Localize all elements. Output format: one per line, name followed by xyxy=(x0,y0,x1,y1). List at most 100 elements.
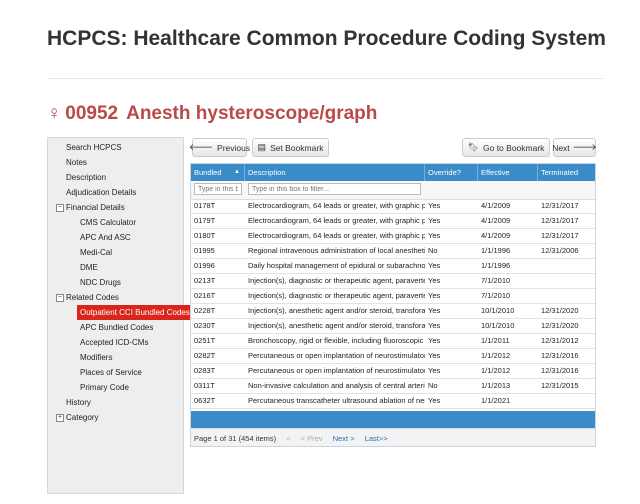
cell-bundled: 0213T xyxy=(194,276,216,285)
cell-override: Yes xyxy=(428,231,441,240)
previous-button[interactable]: 🡐 Previous xyxy=(189,138,251,157)
pager-last-link[interactable]: Last>> xyxy=(365,434,388,443)
column-header-effective[interactable]: Effective xyxy=(478,164,538,181)
sidebar-item-search-hcpcs[interactable]: Search HCPCS xyxy=(66,142,122,153)
cell-terminated: 12/31/2016 xyxy=(541,351,579,360)
go-to-bookmark-button[interactable]: 🔖︎ Go to Bookmark xyxy=(462,138,550,157)
cell-override: Yes xyxy=(428,201,441,210)
sidebar-item-financial-details[interactable]: Financial Details xyxy=(66,202,125,213)
table-row[interactable]: 0251T Bronchoscopy, rigid or flexible, in… xyxy=(191,334,595,349)
table-row[interactable]: 0178T Electrocardiogram, 64 leads or grea… xyxy=(191,199,595,214)
previous-button-label: Previous xyxy=(217,142,251,153)
sidebar-item-category[interactable]: Category xyxy=(66,412,98,423)
sidebar-item-primary-code[interactable]: Primary Code xyxy=(80,382,129,393)
sidebar-item-notes[interactable]: Notes xyxy=(66,157,87,168)
sidebar-item-cms-calculator[interactable]: CMS Calculator xyxy=(80,217,136,228)
collapse-toggle-icon[interactable]: − xyxy=(56,204,64,212)
cell-override: Yes xyxy=(428,321,441,330)
set-bookmark-label: Set Bookmark xyxy=(270,142,324,153)
pager-next-link[interactable]: Next > xyxy=(333,434,355,443)
sidebar-item-related-codes[interactable]: Related Codes xyxy=(66,292,119,303)
cell-bundled: 0180T xyxy=(194,231,216,240)
table-row[interactable]: 01995 Regional intravenous administration… xyxy=(191,244,595,259)
female-symbol-icon: ♀ xyxy=(47,103,62,124)
table-row[interactable]: 0230T Injection(s), anesthetic agent and/… xyxy=(191,319,595,334)
bookmark-icon: 🔖︎ xyxy=(467,142,479,152)
table-row[interactable]: 0282T Percutaneous or open implantation o… xyxy=(191,349,595,364)
page-title: HCPCS: Healthcare Common Procedure Codin… xyxy=(47,27,606,50)
table-row[interactable]: 0180T Electrocardiogram, 64 leads or grea… xyxy=(191,229,595,244)
next-button[interactable]: Next 🡒 xyxy=(552,138,597,157)
grid-footer-bar xyxy=(191,411,595,428)
table-row[interactable]: 0216T Injection(s), diagnostic or therape… xyxy=(191,289,595,304)
cell-bundled: 0632T xyxy=(194,396,216,405)
cell-bundled: 0282T xyxy=(194,351,216,360)
collapse-toggle-icon[interactable]: − xyxy=(56,294,64,302)
sidebar-item-places-of-service[interactable]: Places of Service xyxy=(80,367,142,378)
sidebar-item-accepted-icd-cms[interactable]: Accepted ICD-CMs xyxy=(80,337,148,348)
cell-override: Yes xyxy=(428,306,441,315)
sidebar-item-modifiers[interactable]: Modifiers xyxy=(80,352,112,363)
cell-description: Injection(s), anesthetic agent and/or st… xyxy=(248,306,425,315)
cell-terminated: 12/31/2017 xyxy=(541,231,579,240)
cell-bundled: 01995 xyxy=(194,246,215,255)
pager-first-link[interactable]: < xyxy=(286,434,290,443)
bundled-filter-input[interactable] xyxy=(194,183,242,195)
description-filter-input[interactable] xyxy=(248,183,421,195)
sidebar-item-dme[interactable]: DME xyxy=(80,262,98,273)
cell-terminated: 12/31/2006 xyxy=(541,246,579,255)
cell-terminated: 12/31/2016 xyxy=(541,366,579,375)
cell-description: Regional intravenous administration of l… xyxy=(248,246,425,255)
table-row[interactable]: 0228T Injection(s), anesthetic agent and/… xyxy=(191,304,595,319)
sidebar-item-history[interactable]: History xyxy=(66,397,91,408)
grid-header: Bundled ▲ Description Override? Effectiv… xyxy=(191,164,595,181)
cell-terminated: 12/31/2015 xyxy=(541,381,579,390)
table-row[interactable]: 0283T Percutaneous or open implantation o… xyxy=(191,364,595,379)
column-header-override[interactable]: Override? xyxy=(425,164,478,181)
cell-bundled: 0230T xyxy=(194,321,216,330)
cell-terminated xyxy=(538,259,595,274)
cell-override: Yes xyxy=(428,366,441,375)
expand-toggle-icon[interactable]: + xyxy=(56,414,64,422)
cell-override: Yes xyxy=(428,261,441,270)
cell-bundled: 0228T xyxy=(194,306,216,315)
cell-effective: 10/1/2010 xyxy=(481,306,515,315)
cell-description: Bronchoscopy, rigid or flexible, includi… xyxy=(248,336,425,345)
cell-effective: 1/1/2012 xyxy=(481,351,511,360)
cell-terminated: 12/31/2020 xyxy=(541,321,579,330)
cell-effective: 1/1/2021 xyxy=(481,396,511,405)
table-row[interactable]: 0311T Non-invasive calculation and analys… xyxy=(191,379,595,394)
cell-description: Non-invasive calculation and analysis of… xyxy=(248,381,425,390)
sidebar-item-medi-cal[interactable]: Medi-Cal xyxy=(80,247,112,258)
column-header-bundled[interactable]: Bundled ▲ xyxy=(191,164,245,181)
cell-terminated: 12/31/2020 xyxy=(541,306,579,315)
column-header-terminated[interactable]: Terminated xyxy=(538,164,595,181)
cell-effective: 7/1/2010 xyxy=(481,291,511,300)
cell-override: Yes xyxy=(428,396,441,405)
code-name: Anesth hysteroscope/graph xyxy=(126,103,378,124)
filter-row xyxy=(191,181,595,200)
cell-bundled: 0251T xyxy=(194,336,216,345)
sidebar-item-apc-and-asc[interactable]: APC And ASC xyxy=(80,232,131,243)
column-header-description[interactable]: Description xyxy=(245,164,425,181)
sidebar-item-apc-bundled-codes[interactable]: APC Bundled Codes xyxy=(80,322,153,333)
sidebar-item-adjudication-details[interactable]: Adjudication Details xyxy=(66,187,136,198)
cell-effective: 1/1/2012 xyxy=(481,366,511,375)
cell-terminated xyxy=(538,394,595,409)
table-row[interactable]: 0213T Injection(s), diagnostic or therape… xyxy=(191,274,595,289)
sidebar-item-description[interactable]: Description xyxy=(66,172,106,183)
table-row[interactable]: 0632T Percutaneous transcatheter ultrasou… xyxy=(191,394,595,409)
cell-bundled: 01996 xyxy=(194,261,215,270)
cell-effective: 7/1/2010 xyxy=(481,276,511,285)
grid-rows: 0178T Electrocardiogram, 64 leads or grea… xyxy=(191,199,595,424)
cell-override: Yes xyxy=(428,276,441,285)
set-bookmark-button[interactable]: ▤ Set Bookmark xyxy=(252,138,329,157)
pager-prev-link[interactable]: < Prev xyxy=(301,434,323,443)
table-row[interactable]: 01996 Daily hospital management of epidur… xyxy=(191,259,595,274)
go-to-bookmark-label: Go to Bookmark xyxy=(483,142,545,153)
cell-description: Percutaneous transcatheter ultrasound ab… xyxy=(248,396,425,405)
sidebar-item-ndc-drugs[interactable]: NDC Drugs xyxy=(80,277,121,288)
sidebar-item-outpatient-cci-bundled-codes[interactable]: Outpatient CCI Bundled Codes xyxy=(77,305,193,320)
table-row[interactable]: 0179T Electrocardiogram, 64 leads or grea… xyxy=(191,214,595,229)
bundled-codes-grid: Bundled ▲ Description Override? Effectiv… xyxy=(190,163,596,447)
